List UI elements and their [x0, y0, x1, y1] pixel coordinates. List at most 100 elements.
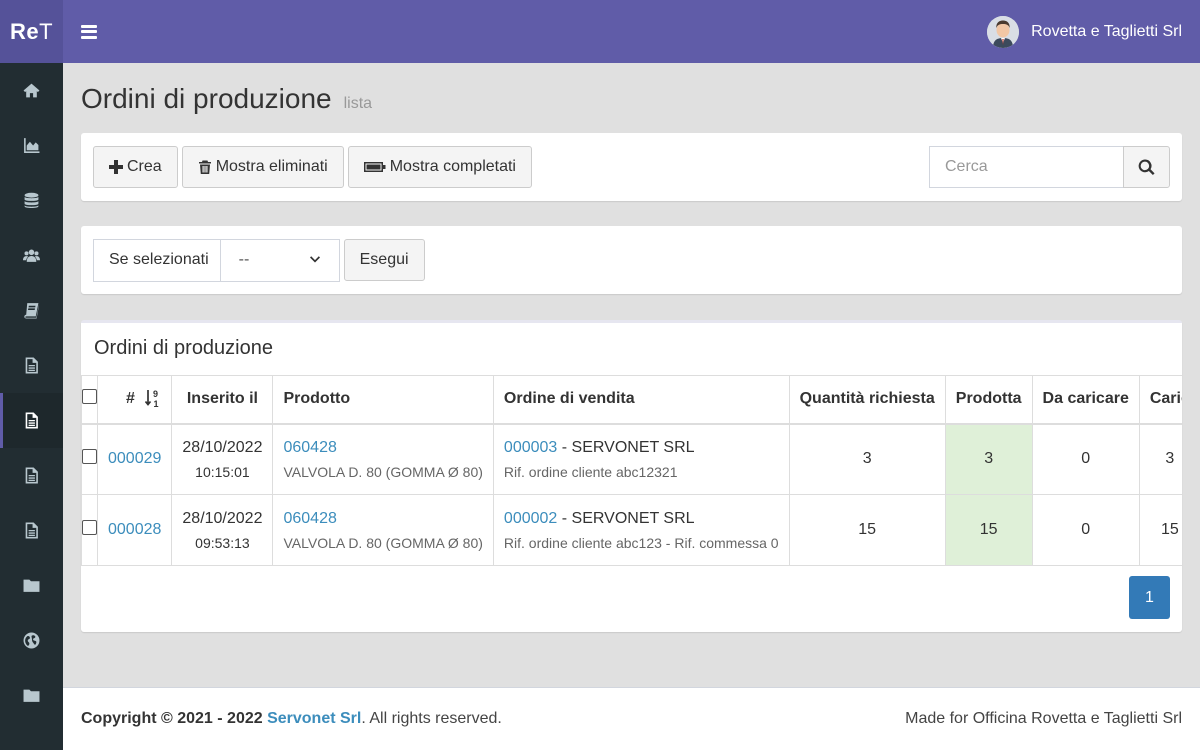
file-text-icon: [25, 467, 38, 484]
copyright-prefix: Copyright © 2021 - 2022: [81, 710, 268, 727]
select-all-checkbox[interactable]: [82, 389, 97, 405]
bulk-action-label: Se selezionati: [93, 238, 224, 282]
order-number-cell: 000028: [96, 494, 173, 566]
select-all-cell: [81, 375, 98, 425]
logo-text-main: Re: [9, 18, 40, 44]
sidebar-item-documents-3[interactable]: [0, 503, 63, 558]
sales-order-reference: Rif. ordine cliente abc123 - Rif. commes…: [503, 534, 779, 551]
actions-toolbar: Crea Mostra eliminati Mostra completati: [81, 133, 1182, 201]
row-select-cell: [81, 494, 98, 566]
product-cell: 060428 VALVOLA D. 80 (GOMMA Ø 80): [272, 423, 494, 495]
table-row: 000029 28/10/2022 10:15:01 060428 VALVOL…: [81, 423, 1182, 495]
order-number-link[interactable]: 000029: [108, 450, 161, 467]
col-header-loaded[interactable]: Caric: [1138, 375, 1182, 425]
folder-icon: [23, 579, 40, 592]
bulk-actions: Se selezionati -- Esegui: [81, 226, 1182, 294]
sidebar-item-production-orders[interactable]: [0, 393, 63, 448]
product-code-link[interactable]: 060428: [283, 510, 336, 527]
show-deleted-button[interactable]: Mostra eliminati: [181, 146, 344, 188]
loaded-cell: 3: [1138, 423, 1182, 495]
col-header-to-load[interactable]: Da caricare: [1031, 375, 1140, 425]
inserted-time: 09:53:13: [195, 534, 250, 551]
users-icon: [23, 249, 40, 262]
bulk-action-selected: --: [238, 251, 250, 268]
search-icon: [1138, 159, 1155, 175]
col-header-sales-order[interactable]: Ordine di vendita: [492, 375, 790, 425]
produced-cell: 15: [944, 494, 1033, 566]
produced-cell: 3: [944, 423, 1033, 495]
sales-order-cell: 000003 - SERVONET SRL Rif. ordine client…: [492, 423, 790, 495]
sales-order-customer: - SERVONET SRL: [557, 509, 695, 527]
folder-icon: [23, 689, 40, 702]
sort-numeric-asc-icon: 9 1: [145, 389, 159, 409]
search-group: [929, 146, 1170, 188]
sidebar-item-home[interactable]: [0, 63, 63, 118]
sidebar-item-database[interactable]: [0, 173, 63, 228]
sales-order-reference: Rif. ordine cliente abc12321: [503, 463, 678, 480]
sales-order-link[interactable]: 000003: [504, 439, 557, 456]
pagination-page-button[interactable]: 1: [1129, 576, 1170, 619]
product-description: VALVOLA D. 80 (GOMMA Ø 80): [283, 534, 483, 551]
create-button[interactable]: Crea: [93, 146, 178, 188]
col-header-inserted[interactable]: Inserito il: [171, 375, 274, 425]
user-menu[interactable]: Rovetta e Taglietti Srl: [987, 15, 1182, 48]
loaded-cell: 15: [1138, 494, 1182, 566]
user-name: Rovetta e Taglietti Srl: [1031, 22, 1182, 40]
row-select-cell: [81, 423, 98, 495]
sidebar-item-documents-2[interactable]: [0, 448, 63, 503]
product-description: VALVOLA D. 80 (GOMMA Ø 80): [283, 463, 483, 480]
create-button-label: Crea: [127, 158, 162, 175]
sidebar-toggle-icon[interactable]: [81, 24, 97, 39]
inserted-date: 28/10/2022: [182, 509, 263, 527]
col-header-qty-requested[interactable]: Quantità richiesta: [788, 375, 946, 425]
to-load-cell: 0: [1031, 494, 1140, 566]
sidebar-item-reports[interactable]: [0, 118, 63, 173]
qty-requested-cell: 15: [788, 494, 946, 566]
database-icon: [24, 192, 39, 208]
page-header: Ordini di produzione lista: [81, 63, 1182, 133]
inserted-date: 28/10/2022: [182, 438, 263, 456]
sidebar-item-folder-2[interactable]: [0, 668, 63, 723]
show-completed-button[interactable]: Mostra completati: [347, 146, 532, 188]
product-code-link[interactable]: 060428: [283, 439, 336, 456]
col-header-num[interactable]: # 9 1: [96, 375, 173, 425]
sidebar-item-users[interactable]: [0, 228, 63, 283]
table-header-row: # 9 1 Inserito il Prodotto Ordine di ven…: [81, 375, 1182, 425]
sidebar-item-catalog[interactable]: [0, 283, 63, 338]
svg-text:1: 1: [154, 399, 159, 409]
sidebar-item-documents-1[interactable]: [0, 338, 63, 393]
page-subtitle: lista: [343, 95, 373, 112]
table-row: 000028 28/10/2022 09:53:13 060428 VALVOL…: [81, 494, 1182, 566]
company-link[interactable]: Servonet Srl: [267, 710, 361, 727]
footer: Copyright © 2021 - 2022 Servonet Srl. Al…: [63, 687, 1200, 750]
col-header-product[interactable]: Prodotto: [272, 375, 494, 425]
avatar: [987, 15, 1020, 48]
row-checkbox[interactable]: [82, 520, 97, 535]
plus-icon: [109, 160, 123, 174]
sales-order-customer: - SERVONET SRL: [557, 438, 695, 456]
footer-made-for: Made for Officina Rovetta e Taglietti Sr…: [905, 710, 1182, 727]
sales-order-link[interactable]: 000002: [504, 510, 557, 527]
orders-table: # 9 1 Inserito il Prodotto Ordine di ven…: [81, 375, 1182, 566]
svg-text:9: 9: [153, 389, 158, 399]
footer-copyright: Copyright © 2021 - 2022 Servonet Srl. Al…: [81, 710, 502, 728]
app-logo[interactable]: Re T: [0, 0, 63, 63]
sidebar-item-globe[interactable]: [0, 613, 63, 668]
inserted-time: 10:15:01: [195, 463, 250, 480]
col-header-produced[interactable]: Prodotta: [944, 375, 1033, 425]
row-checkbox[interactable]: [82, 449, 97, 465]
file-text-icon: [25, 522, 38, 539]
bulk-action-select[interactable]: --: [219, 238, 340, 282]
search-button[interactable]: [1123, 146, 1170, 188]
main-content: Ordini di produzione lista Crea Mostra e…: [63, 63, 1200, 687]
order-number-link[interactable]: 000028: [108, 521, 161, 538]
show-completed-label: Mostra completati: [389, 158, 516, 175]
search-input[interactable]: [929, 146, 1123, 188]
inserted-cell: 28/10/2022 10:15:01: [171, 423, 274, 495]
qty-requested-cell: 3: [788, 423, 946, 495]
top-navbar: Rovetta e Taglietti Srl: [63, 0, 1200, 63]
sidebar-item-folder-1[interactable]: [0, 558, 63, 613]
home-icon: [23, 83, 40, 98]
run-bulk-button[interactable]: Esegui: [343, 239, 425, 281]
list-title: Ordini di produzione: [94, 337, 273, 359]
